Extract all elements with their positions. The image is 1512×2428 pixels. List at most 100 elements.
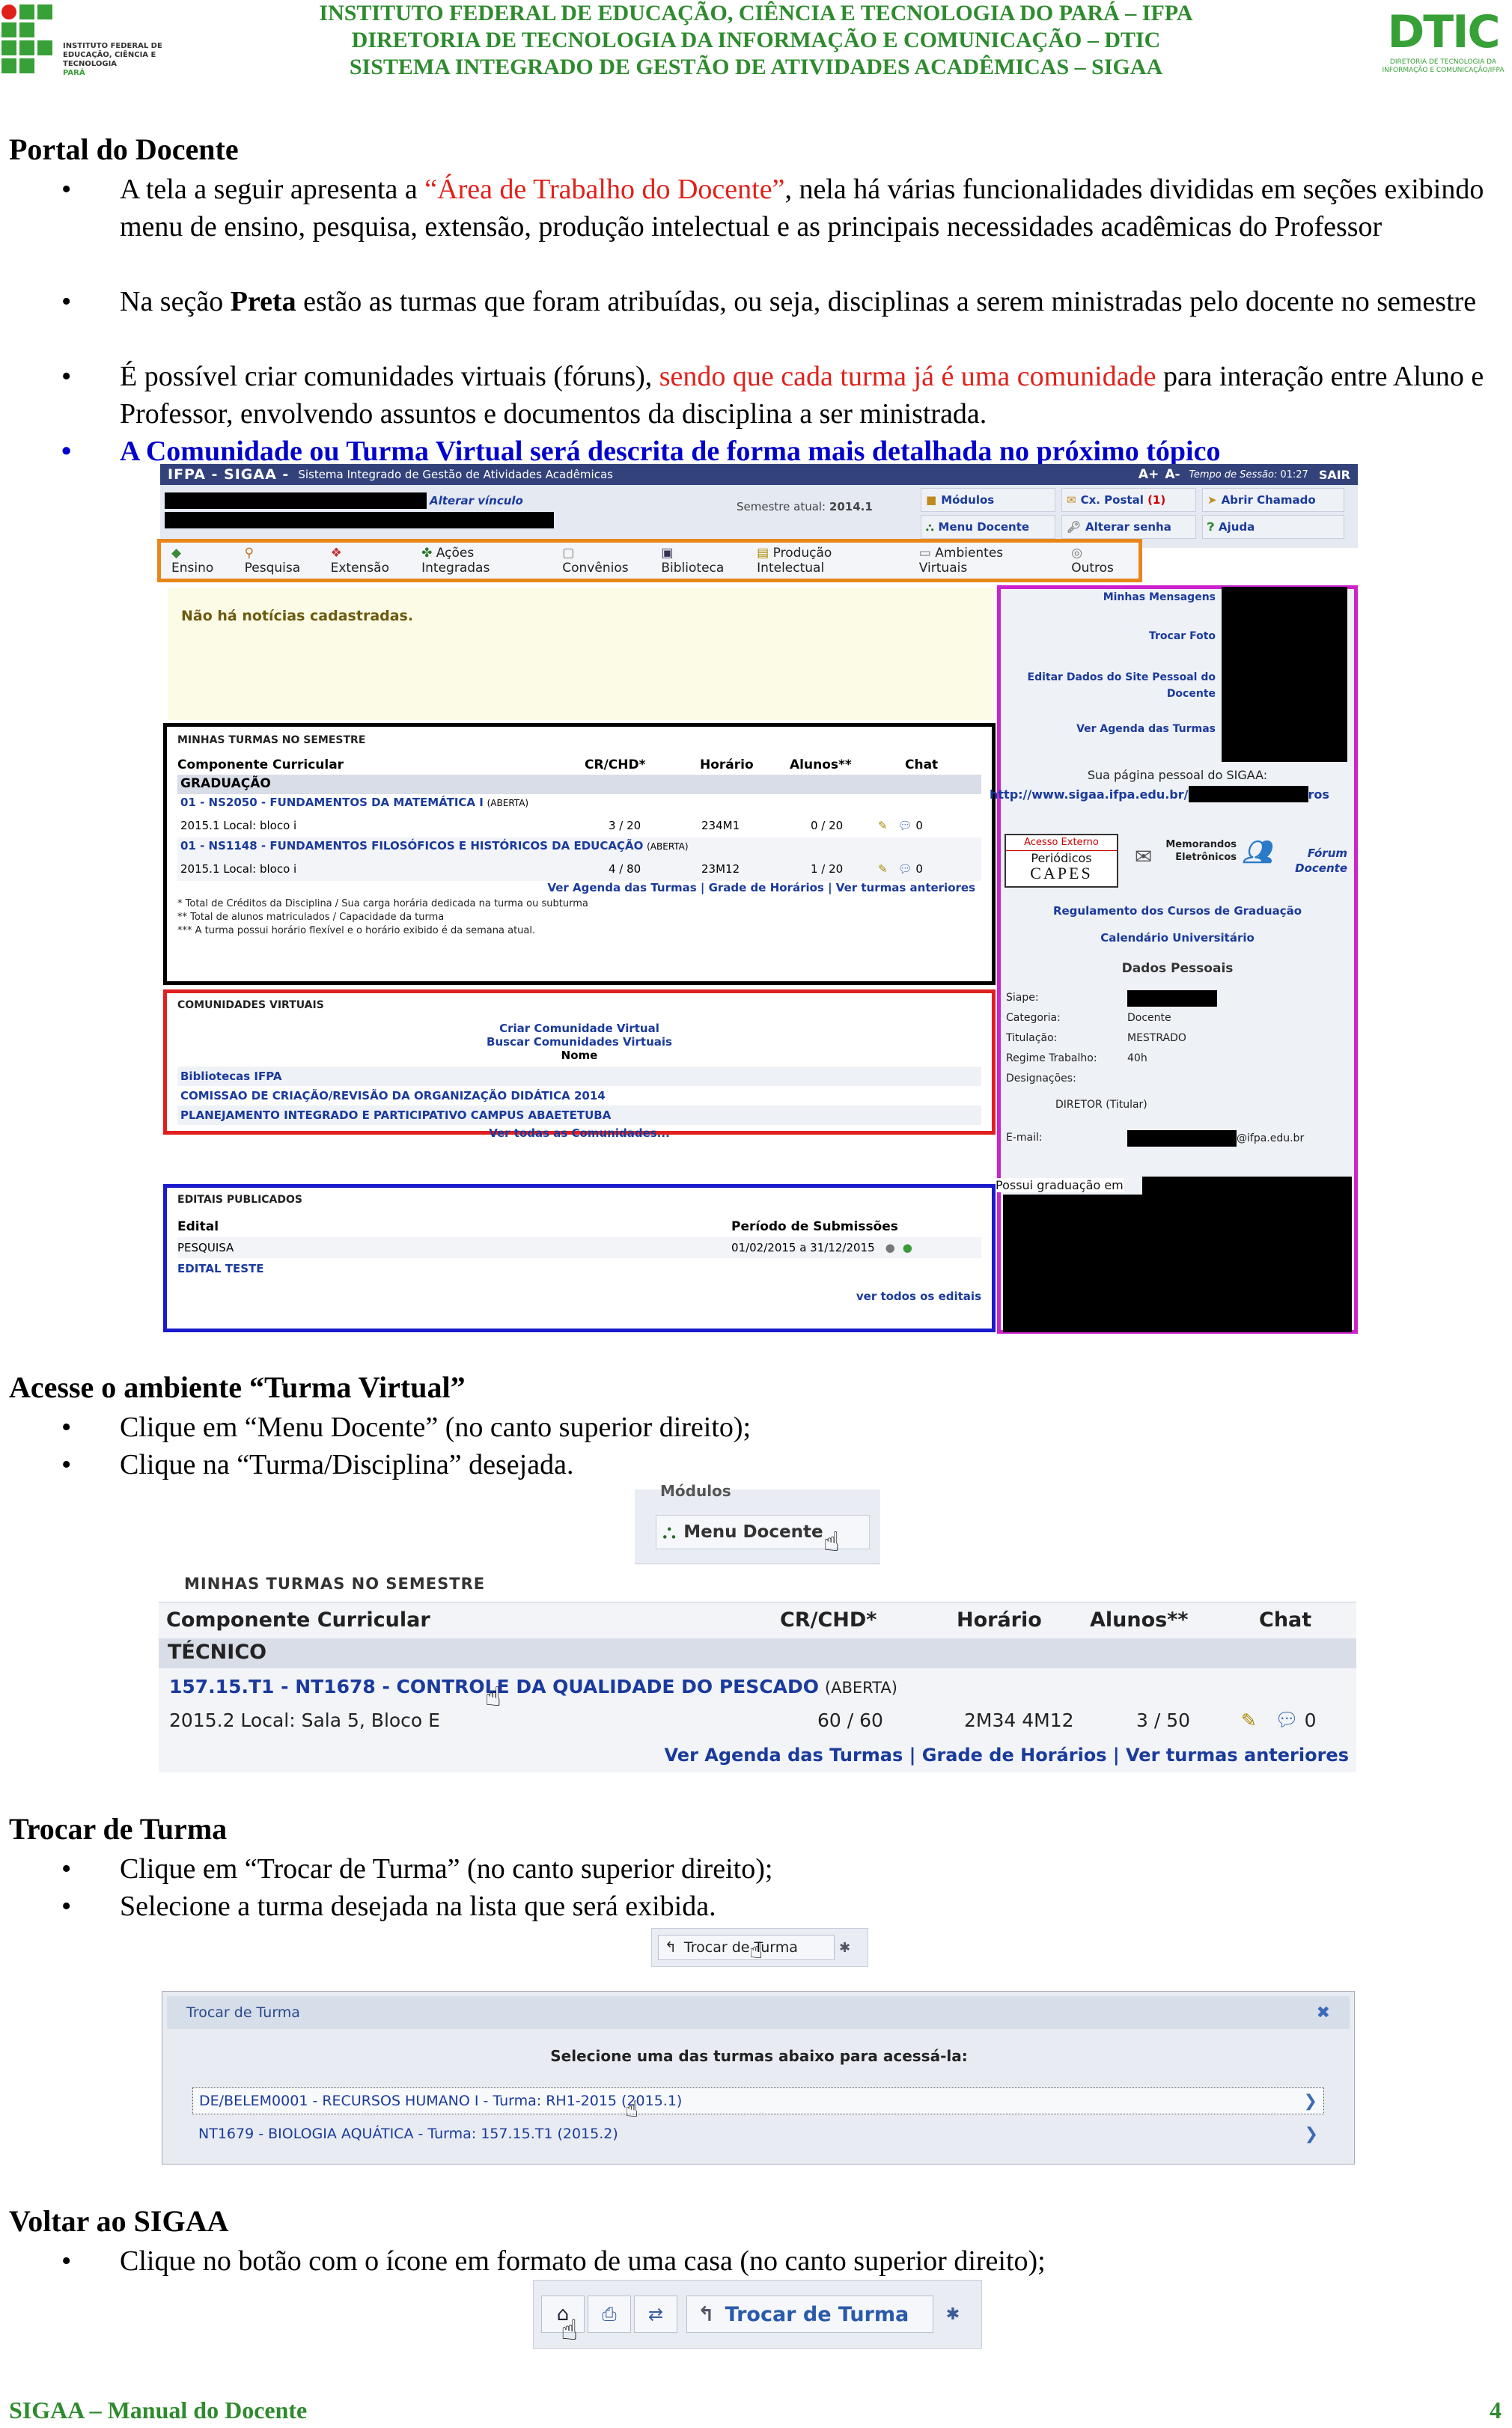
comunidades-panel-title: Comunidades Virtuais xyxy=(177,999,324,1011)
header-line-2: DIRETORIA DE TECNOLOGIA DA INFORMAÇÃO E … xyxy=(351,28,1161,52)
memorandos-button[interactable]: ✉ Memorandos Eletrônicos xyxy=(1133,838,1237,886)
menu-acoes-integradas[interactable]: ✤ Ações Integradas xyxy=(421,546,544,576)
buscar-comunidades-link[interactable]: Buscar Comunidades Virtuais xyxy=(177,1035,981,1049)
sidebar-link-site[interactable]: Editar Dados do Site Pessoal do Docente xyxy=(1003,669,1216,702)
highlight-comunidade: sendo que cada turma já é uma comunidade xyxy=(659,361,1156,392)
biblioteca-icon: ▣ xyxy=(661,546,674,561)
header-line-1: INSTITUTO FEDERAL DE EDUCAÇÃO, CIÊNCIA E… xyxy=(319,1,1193,25)
ajuda-button[interactable]: ❓︎ Ajuda xyxy=(1202,515,1344,539)
menu-pesquisa[interactable]: ⚲ Pesquisa xyxy=(245,546,313,576)
turmas-anteriores-link[interactable]: Ver turmas anteriores xyxy=(1126,1745,1349,1766)
bullet-1: • A tela a seguir apresenta a “Área de Tr… xyxy=(61,174,1484,243)
sidebar-link-foto[interactable]: Trocar Foto xyxy=(1003,630,1216,642)
key-icon: 🔑︎ xyxy=(1067,520,1082,534)
capes-acesso: Acesso Externo xyxy=(1006,835,1117,851)
sigaa-subtitle: Sistema Integrado de Gestão de Atividade… xyxy=(298,468,613,481)
mt-header-row: Componente Curricular CR/CHD* Horário Aluno… xyxy=(166,1608,1312,1632)
chat-icon[interactable]: 💬︎ xyxy=(898,862,912,876)
back-arrow-icon: ↰ xyxy=(698,2302,715,2326)
regulamento-link[interactable]: Regulamento dos Cursos de Graduação xyxy=(1002,904,1353,918)
menu-ambientes-virtuais[interactable]: ▭ Ambientes Virtuais xyxy=(919,546,1053,576)
modulos-button[interactable]: ■ Módulos xyxy=(921,488,1055,512)
menu-convenios[interactable]: ▢ Convênios xyxy=(562,546,643,576)
grade-horarios-link[interactable]: Grade de Horários xyxy=(922,1745,1107,1766)
ensino-icon: ◆ xyxy=(171,546,182,561)
main-menu-bar: ◆ Ensino ⚲ Pesquisa ❖ Extensão ✤ Ações I… xyxy=(157,539,1142,582)
dialog-instruction: Selecione uma das turmas abaixo para ace… xyxy=(550,2047,968,2065)
menu-ensino[interactable]: ◆ Ensino xyxy=(171,546,227,576)
section-title-voltar: Voltar ao SIGAA xyxy=(9,2204,229,2238)
bullet-trocar-select: • Selecione a turma desejada na lista que… xyxy=(61,1891,716,1922)
chevron-right-icon: ❯ xyxy=(1303,2091,1317,2111)
menu-producao-intelectual[interactable]: ▤ Produção Intelectual xyxy=(757,546,901,576)
criar-comunidade-link[interactable]: Criar Comunidade Virtual xyxy=(177,1022,981,1035)
turmas-anteriores-link[interactable]: Ver turmas anteriores xyxy=(836,881,975,894)
menu-outros[interactable]: ◎ Outros xyxy=(1071,546,1128,576)
mt-turma-detail: 2015.2 Local: Sala 5, Bloco E 60 / 60 2M34… xyxy=(169,1709,1317,1731)
turma-option[interactable]: DE/BELEM0001 - RECURSOS HUMANO I - Turma… xyxy=(192,2087,1324,2114)
grade-horarios-link[interactable]: Grade de Horários xyxy=(709,881,824,894)
dtic-logo: DTIC DIRETORIA DE TECNOLOGIA DA INFORMAÇ… xyxy=(1376,6,1511,81)
toolbar-gear-button[interactable]: ✱ xyxy=(936,2296,969,2333)
close-icon[interactable]: ✖ xyxy=(1317,2004,1330,2022)
alterar-senha-button[interactable]: 🔑︎ Alterar senha xyxy=(1061,515,1196,539)
font-increase-button[interactable]: A+ xyxy=(1138,467,1159,482)
turma-link[interactable]: 01 - NS1148 - FUNDAMENTOS FILOSÓFICOS E … xyxy=(180,839,643,852)
cx-postal-button[interactable]: ✉ Cx. Postal (1) xyxy=(1061,488,1196,512)
menu-extensao[interactable]: ❖ Extensão xyxy=(331,546,404,576)
menu-biblioteca[interactable]: ▣ Biblioteca xyxy=(661,546,739,576)
header-line-3: SISTEMA INTEGRADO DE GESTÃO DE ATIVIDADE… xyxy=(349,55,1163,79)
hand-cursor-icon: ☝︎ xyxy=(561,2313,579,2346)
extensao-icon: ❖ xyxy=(330,546,342,561)
personal-page-url[interactable]: http://www.sigaa.ifpa.edu.br/ros xyxy=(990,786,1364,802)
capes-banner[interactable]: Acesso Externo Periódicos CAPES xyxy=(1005,834,1118,888)
font-decrease-button[interactable]: A- xyxy=(1165,467,1180,482)
chat-icon[interactable]: 💬︎ xyxy=(1275,1709,1299,1731)
comunidade-item[interactable]: COMISSAO DE CRIAÇÃO/REVISÃO DA ORGANIZAÇ… xyxy=(177,1086,981,1105)
calendario-link[interactable]: Calendário Universitário xyxy=(1002,931,1353,945)
menu-docente-crop: Módulos ⛬ Menu Docente ☝︎ xyxy=(635,1482,880,1564)
forum-docente-button[interactable]: 👥︎ Fórum Docente xyxy=(1243,838,1347,886)
forum-icon[interactable]: ✎ xyxy=(1241,1709,1257,1731)
gear-icon[interactable]: ✱ xyxy=(839,1940,850,1956)
ver-todos-editais-link[interactable]: ver todos os editais xyxy=(177,1290,981,1303)
trocar-turma-crop: ↰ Trocar de Turma ✱ ☝︎ xyxy=(651,1928,868,1967)
forum-icon[interactable]: ✎ xyxy=(878,819,888,832)
turma-option[interactable]: NT1679 - BIOLOGIA AQUÁTICA - Turma: 157.… xyxy=(192,2120,1324,2147)
turma-row[interactable]: 01 - NS2050 - FUNDAMENTOS DA MATEMÁTICA … xyxy=(177,794,981,838)
swap-button[interactable]: ⇄ xyxy=(634,2296,677,2333)
forum-icon[interactable]: ✎ xyxy=(878,862,888,876)
mt-links: Ver Agenda das Turmas | Grade de Horário… xyxy=(664,1745,1349,1766)
turma-row[interactable]: 01 - NS1148 - FUNDAMENTOS FILOSÓFICOS E … xyxy=(177,838,981,881)
agenda-turmas-link[interactable]: Ver Agenda das Turmas xyxy=(665,1745,903,1766)
sidebar-link-agenda[interactable]: Ver Agenda das Turmas xyxy=(1003,723,1216,735)
toolbar-trocar-turma-button[interactable]: ↰ Trocar de Turma xyxy=(686,2296,933,2333)
chat-icon[interactable]: 💬︎ xyxy=(898,819,912,832)
sidebar-link-mensagens[interactable]: Minhas Mensagens xyxy=(1003,591,1216,603)
mt-turma-name[interactable]: 157.15.T1 - NT1678 - CONTROLE DA QUALIDA… xyxy=(169,1676,897,1698)
abrir-chamado-button[interactable]: ➤ Abrir Chamado xyxy=(1202,488,1344,512)
highlight-preta: Preta xyxy=(230,286,296,317)
cx-postal-count: (1) xyxy=(1147,493,1166,507)
edital-view-icon[interactable]: ● xyxy=(885,1241,895,1254)
trocar-turma-button[interactable]: ↰ Trocar de Turma xyxy=(658,1935,835,1960)
ver-todas-comunidades-link[interactable]: Ver todas as Comunidades... xyxy=(177,1125,981,1140)
alterar-vinculo-link[interactable]: Alterar vínculo xyxy=(430,494,523,507)
edital-row[interactable]: PESQUISA 01/02/2015 a 31/12/2015 ● ● xyxy=(177,1237,981,1258)
turma-link[interactable]: 01 - NS2050 - FUNDAMENTOS DA MATEMÁTICA … xyxy=(180,796,484,809)
agenda-turmas-link[interactable]: Ver Agenda das Turmas xyxy=(547,881,696,894)
menu-docente-button[interactable]: ⛬ Menu Docente xyxy=(921,515,1055,539)
logout-button[interactable]: SAIR xyxy=(1319,468,1350,482)
edital-row[interactable]: EDITAL TESTE xyxy=(177,1258,981,1279)
memorandos-icon: ✉ xyxy=(1135,844,1153,869)
edital-submit-icon[interactable]: ● xyxy=(903,1241,912,1254)
section-title-portal: Portal do Docente xyxy=(9,132,239,166)
comunidade-item[interactable]: PLANEJAMENTO INTEGRADO E PARTICIPATIVO C… xyxy=(177,1105,981,1125)
swap-icon: ⇄ xyxy=(647,2304,664,2325)
turmas-note: *** A turma possui horário flexível e o … xyxy=(177,925,536,936)
comunidade-item[interactable]: Bibliotecas IFPA xyxy=(177,1067,981,1086)
hand-cursor-icon: ☝︎ xyxy=(823,1527,840,1558)
ifpa-logo-line: EDUCAÇÃO, CIÊNCIA E TECNOLOGIA xyxy=(63,51,156,68)
print-button[interactable]: ⎙ xyxy=(588,2296,631,2333)
bullet-turma-disciplina: • Clique na “Turma/Disciplina” desejada. xyxy=(61,1449,574,1480)
